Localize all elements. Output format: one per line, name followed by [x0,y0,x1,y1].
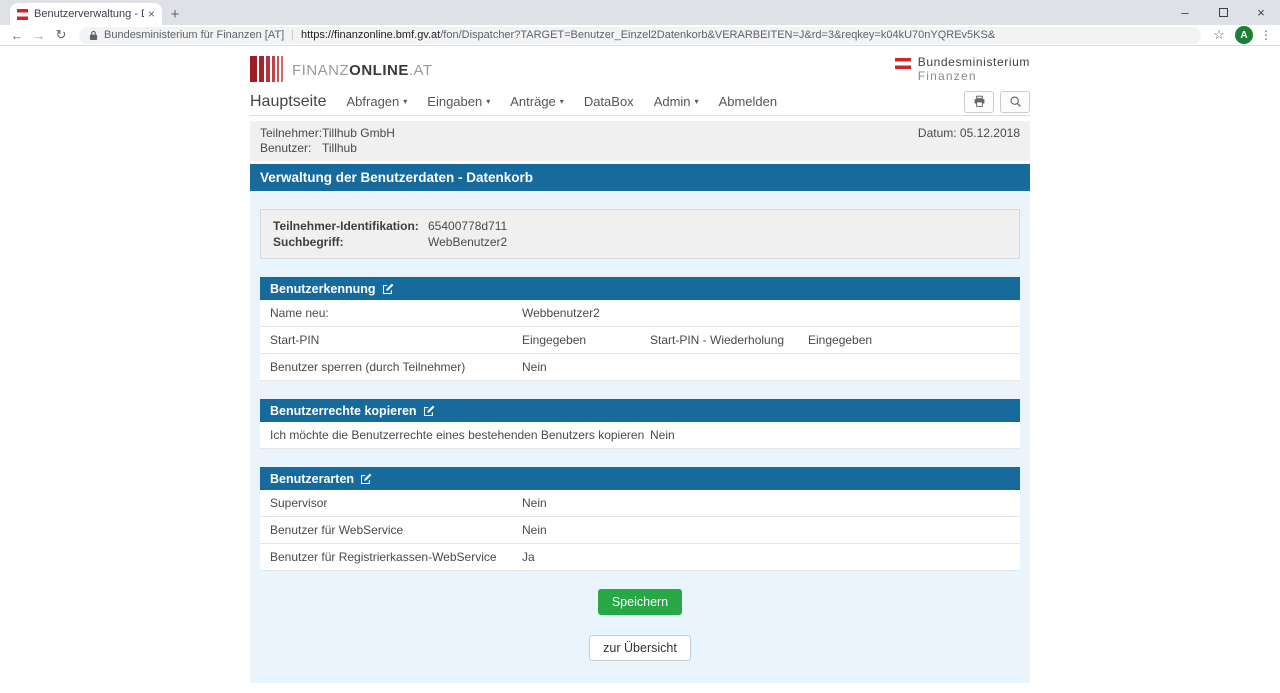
forward-button[interactable]: → [28,28,50,43]
window-restore-button[interactable] [1204,0,1242,25]
window-controls: – × [1166,0,1280,25]
omnibox-divider: | [291,29,295,41]
teilnehmer-label: Teilnehmer: [260,126,323,140]
main-navigation: Hauptseite Abfragen ▾ Eingaben ▾ Anträge ▾ … [250,88,1030,116]
chevron-down-icon: ▾ [486,97,491,106]
supervisor-value: Nein [522,496,547,510]
search-icon [1009,96,1021,107]
nav-item-antraege[interactable]: Anträge ▾ [510,94,564,109]
table-row: Benutzer für WebService Nein [260,517,1020,544]
section-title: Benutzerrechte kopieren [270,403,417,418]
table-row: Ich möchte die Benutzerrechte eines best… [260,422,1020,449]
lock-icon [89,30,98,40]
url-domain: https://finanzonline.bmf.gv.at [301,29,441,41]
ministry-logo: Bundesministerium Finanzen [894,55,1030,83]
edit-icon[interactable] [360,473,372,485]
window-close-button[interactable]: × [1242,0,1280,25]
logo-at: .AT [408,62,433,79]
logo-online: ONLINE [349,62,409,79]
browser-toolbar: ← → ↻ Bundesministerium für Finanzen [AT… [0,25,1280,46]
browser-tab[interactable]: Benutzerverwaltung - Datenkorb × [10,3,162,25]
teilnehmer-identifikation-value: 65400778d711 [428,219,508,233]
page-content: Teilnehmer-Identifikation: 65400778d711 … [250,191,1030,683]
browser-tab-strip: Benutzerverwaltung - Datenkorb × + – × [0,0,1280,25]
url-path: /fon/Dispatcher?TARGET=Benutzer_Einzel2D… [440,29,996,41]
nav-item-abmelden[interactable]: Abmelden [719,94,778,109]
info-row: Teilnehmer-Identifikation: 65400778d711 [273,219,508,233]
back-button[interactable]: ← [6,28,28,43]
current-date: Datum: 05.12.2018 [917,126,1020,140]
reload-button[interactable]: ↻ [50,27,72,43]
chevron-down-icon: ▾ [403,97,408,106]
section-benutzerarten: Benutzerarten Supervisor Nein Benutzer f… [260,467,1020,571]
nav-item-hauptseite[interactable]: Hauptseite [250,93,327,111]
search-button[interactable] [1000,90,1030,113]
finanzonline-favicon-icon [17,8,28,20]
profile-avatar[interactable]: A [1235,26,1253,44]
edit-icon[interactable] [382,283,394,295]
nav-item-databox[interactable]: DataBox [584,94,634,109]
finanzonline-logo: FINANZONLINE.AT [250,56,433,82]
nav-item-abfragen[interactable]: Abfragen ▾ [347,94,408,109]
benutzer-label: Benutzer: [260,141,312,155]
table-row: Name neu: Webbenutzer2 [260,300,1020,327]
printer-icon [974,95,984,107]
suchbegriff-value: WebBenutzer2 [428,235,508,249]
start-pin-value: Eingegeben [522,333,587,347]
name-neu-value: Webbenutzer2 [522,306,600,320]
site-header: FINANZONLINE.AT Bundesministerium Finanz… [250,46,1030,88]
bookmark-star-icon[interactable]: ☆ [1208,27,1230,43]
rechte-kopieren-value: Nein [650,428,675,442]
table-row: Supervisor Nein [260,490,1020,517]
start-pin-wiederholung-value: Eingegeben [808,333,873,347]
ministry-name: Bundesministerium [917,55,1030,69]
section-title: Benutzerkennung [270,281,376,296]
ev-certificate-label: Bundesministerium für Finanzen [AT] [104,29,285,41]
window-minimize-button[interactable]: – [1166,0,1204,25]
restore-icon [1218,8,1228,17]
section-benutzerkennung: Benutzerkennung Name neu: Webbenutzer2 S… [260,277,1020,381]
teilnehmer-value: Tillhub GmbH [322,126,395,140]
table-row: Start-PIN Eingegeben Start-PIN - Wiederh… [260,327,1020,354]
benutzer-value: Tillhub [322,141,357,155]
section-benutzerrechte-kopieren: Benutzerrechte kopieren Ich möchte die B… [260,399,1020,449]
print-button[interactable] [964,90,994,113]
nav-item-admin[interactable]: Admin ▾ [654,94,699,109]
identification-panel: Teilnehmer-Identifikation: 65400778d711 … [260,209,1020,259]
nav-item-eingaben[interactable]: Eingaben ▾ [427,94,490,109]
logo-bars-icon [250,56,285,82]
edit-icon[interactable] [423,405,435,417]
table-row: Benutzer für Registrierkassen-WebService… [260,544,1020,571]
session-bar: Teilnehmer: Tillhub GmbH Benutzer: Tillh… [250,121,1030,161]
info-row: Suchbegriff: WebBenutzer2 [273,235,508,249]
austria-flag-icon [894,58,911,69]
page-viewport: FINANZONLINE.AT Bundesministerium Finanz… [0,46,1280,692]
section-title: Benutzerarten [270,471,355,486]
registrierkassen-webservice-value: Ja [522,550,535,564]
address-bar[interactable]: Bundesministerium für Finanzen [AT] | ht… [79,26,1201,44]
page-title: Verwaltung der Benutzerdaten - Datenkorb [250,164,1030,191]
webservice-value: Nein [522,523,547,537]
save-button[interactable]: Speichern [597,589,683,615]
browser-menu-icon[interactable]: ⋮ [1258,28,1274,42]
new-tab-button[interactable]: + [162,3,188,25]
benutzer-sperren-value: Nein [522,360,547,374]
back-to-overview-button[interactable]: zur Übersicht [589,635,691,661]
ministry-department: Finanzen [917,69,977,83]
table-row: Benutzer sperren (durch Teilnehmer) Nein [260,354,1020,381]
logo-finanz: FINANZ [292,62,350,79]
tab-title: Benutzerverwaltung - Datenkorb [34,8,144,20]
tab-close-icon[interactable]: × [148,7,155,21]
chevron-down-icon: ▾ [694,97,699,106]
chevron-down-icon: ▾ [559,97,564,106]
